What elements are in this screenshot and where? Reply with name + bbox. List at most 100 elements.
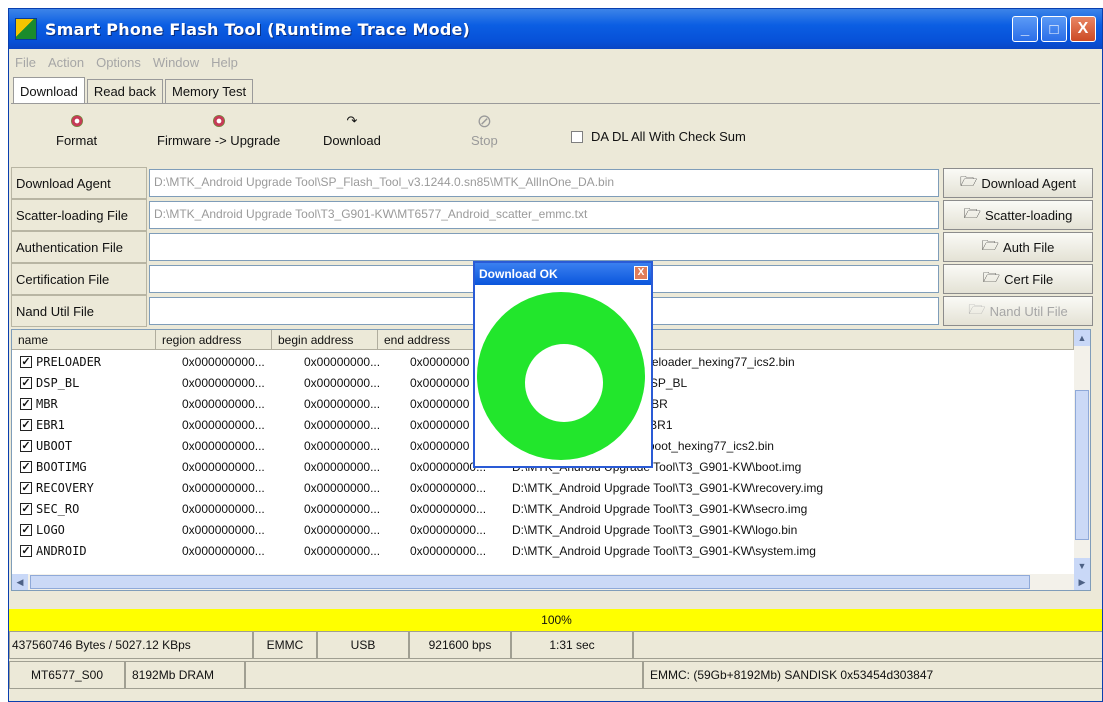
status-bar-bottom: MT6577_S00 8192Mb DRAM EMMC: (59Gb+8192M… <box>9 661 1102 689</box>
end-address: 0x00000000... <box>410 481 487 495</box>
tab-memory-test[interactable]: Memory Test <box>164 79 254 103</box>
end-address: 0x0000000 <box>410 355 470 369</box>
download-label: Download <box>323 133 381 148</box>
region-address: 0x000000000... <box>182 523 265 537</box>
auth-button-label: Auth File <box>1003 239 1055 255</box>
green-ring-icon <box>477 292 645 460</box>
table-row[interactable]: ✓ ANDROID 0x000000000... 0x00000000... 0x000… <box>12 541 1074 562</box>
begin-address: 0x00000000... <box>304 355 381 369</box>
menu-file[interactable]: File <box>15 55 36 70</box>
cert-label: Certification File <box>11 263 147 295</box>
table-row[interactable]: ✓ LOGO 0x000000000... 0x00000000... 0x000000… <box>12 520 1074 541</box>
col-name[interactable]: name <box>12 330 156 350</box>
upgrade-icon <box>211 113 227 129</box>
row-checkbox[interactable]: ✓ <box>20 356 32 368</box>
status-bar-top: 437560746 Bytes / 5027.12 KBps EMMC USB … <box>9 631 1102 659</box>
format-label: Format <box>56 133 98 148</box>
download-agent-field[interactable]: D:\MTK_Android Upgrade Tool\SP_Flash_Too… <box>149 169 939 197</box>
horizontal-scroll-thumb[interactable] <box>30 575 1030 589</box>
scroll-right-icon[interactable]: ▶ <box>1074 574 1090 590</box>
end-address: 0x0000000 <box>410 376 470 390</box>
status-time: 1:31 sec <box>511 631 633 659</box>
cert-button-label: Cert File <box>1004 271 1054 287</box>
location: D:\MTK_Android Upgrade Tool\T3_G901-KW\l… <box>512 523 798 537</box>
vertical-scrollbar[interactable]: ▲ ▼ <box>1074 330 1090 574</box>
table-row[interactable]: ✓ SEC_RO 0x000000000... 0x00000000... 0x0000… <box>12 499 1074 520</box>
row-checkbox[interactable]: ✓ <box>20 419 32 431</box>
scatter-row: Scatter-loading File D:\MTK_Android Upgr… <box>11 199 1100 231</box>
row-checkbox[interactable]: ✓ <box>20 440 32 452</box>
upgrade-label: Firmware -> Upgrade <box>157 133 281 148</box>
menu-window[interactable]: Window <box>153 55 199 70</box>
success-ring <box>475 287 651 466</box>
maximize-button[interactable]: □ <box>1041 16 1067 42</box>
folder-icon: 🗁 <box>963 205 981 221</box>
begin-address: 0x00000000... <box>304 523 381 537</box>
menu-action[interactable]: Action <box>48 55 84 70</box>
scatter-loading-button[interactable]: 🗁 Scatter-loading <box>943 200 1093 230</box>
status-port: USB <box>317 631 409 659</box>
row-checkbox[interactable]: ✓ <box>20 524 32 536</box>
stop-icon: ⊘ <box>476 110 492 131</box>
begin-address: 0x00000000... <box>304 460 381 474</box>
scatter-label: Scatter-loading File <box>11 199 147 231</box>
auth-field[interactable] <box>149 233 939 261</box>
col-begin-address[interactable]: begin address <box>272 330 378 350</box>
row-checkbox[interactable]: ✓ <box>20 398 32 410</box>
nand-util-button[interactable]: 🗁 Nand Util File <box>943 296 1093 326</box>
dialog-title: Download OK <box>479 267 558 281</box>
download-button[interactable]: ↷ Download <box>323 113 381 148</box>
partition-name: ANDROID <box>36 544 87 558</box>
row-checkbox[interactable]: ✓ <box>20 482 32 494</box>
end-address: 0x00000000... <box>410 523 487 537</box>
download-agent-label: Download Agent <box>11 167 147 199</box>
location: D:\MTK_Android Upgrade Tool\T3_G901-KW\s… <box>512 502 808 516</box>
format-button[interactable]: Format <box>56 113 97 148</box>
menu-options[interactable]: Options <box>96 55 141 70</box>
region-address: 0x000000000... <box>182 544 265 558</box>
row-checkbox[interactable]: ✓ <box>20 377 32 389</box>
format-icon <box>69 113 85 129</box>
title-bar[interactable]: Smart Phone Flash Tool (Runtime Trace Mo… <box>9 9 1102 49</box>
toolbar: Format Firmware -> Upgrade ↷ Download ⊘ … <box>11 109 1100 165</box>
vertical-scroll-thumb[interactable] <box>1075 390 1089 540</box>
scroll-down-icon[interactable]: ▼ <box>1074 558 1090 574</box>
nand-button-label: Nand Util File <box>989 303 1068 319</box>
cert-file-button[interactable]: 🗁 Cert File <box>943 264 1093 294</box>
stop-button[interactable]: ⊘ Stop <box>471 110 498 149</box>
col-region-address[interactable]: region address <box>156 330 272 350</box>
firmware-upgrade-button[interactable]: Firmware -> Upgrade <box>157 113 280 148</box>
location: D:\MTK_Android Upgrade Tool\T3_G901-KW\r… <box>512 481 824 495</box>
row-checkbox[interactable]: ✓ <box>20 545 32 557</box>
region-address: 0x000000000... <box>182 439 265 453</box>
row-checkbox[interactable]: ✓ <box>20 461 32 473</box>
status-bytes: 437560746 Bytes / 5027.12 KBps <box>9 631 253 659</box>
scatter-field[interactable]: D:\MTK_Android Upgrade Tool\T3_G901-KW\M… <box>149 201 939 229</box>
scroll-up-icon[interactable]: ▲ <box>1074 330 1090 346</box>
table-row[interactable]: ✓ RECOVERY 0x000000000... 0x00000000... 0x00… <box>12 478 1074 499</box>
checksum-checkbox[interactable] <box>571 130 583 143</box>
auth-file-button[interactable]: 🗁 Auth File <box>943 232 1093 262</box>
dialog-title-bar[interactable]: Download OK X <box>475 263 651 285</box>
close-button[interactable]: X <box>1070 16 1096 42</box>
scroll-left-icon[interactable]: ◀ <box>12 574 28 590</box>
dialog-close-button[interactable]: X <box>634 266 648 280</box>
col-end-address[interactable]: end address <box>378 330 482 350</box>
menu-bar: File Action Options Window Help <box>11 51 238 73</box>
minimize-button[interactable]: _ <box>1012 16 1038 42</box>
download-ok-dialog: Download OK X <box>473 261 653 468</box>
menu-help[interactable]: Help <box>211 55 238 70</box>
partition-name: SEC_RO <box>36 502 80 516</box>
region-address: 0x000000000... <box>182 376 265 390</box>
nand-label: Nand Util File <box>11 295 147 327</box>
partition-name: DSP_BL <box>36 376 80 390</box>
download-agent-button[interactable]: 🗁 Download Agent <box>943 168 1093 198</box>
status-dram: 8192Mb DRAM <box>125 661 245 689</box>
tab-download[interactable]: Download <box>13 77 85 103</box>
horizontal-scrollbar[interactable]: ◀ ▶ <box>12 574 1090 590</box>
tab-divider <box>11 103 1100 104</box>
checksum-label: DA DL All With Check Sum <box>591 129 746 144</box>
tab-read-back[interactable]: Read back <box>86 79 163 103</box>
row-checkbox[interactable]: ✓ <box>20 503 32 515</box>
end-address: 0x0000000 <box>410 397 470 411</box>
